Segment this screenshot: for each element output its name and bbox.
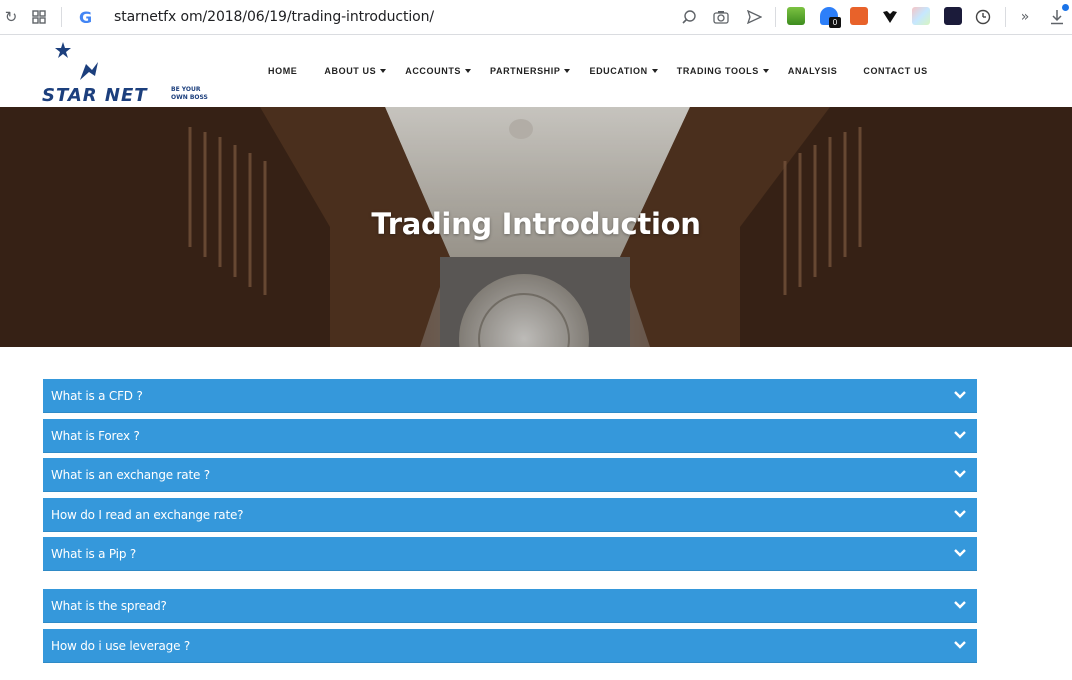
- faq-item-exchange-rate[interactable]: What is an exchange rate ?: [43, 458, 977, 492]
- nav-partnership[interactable]: PARTNERSHIP: [490, 66, 571, 76]
- faq-item-label: What is the spread?: [51, 598, 167, 613]
- nav-trading-tools[interactable]: TRADING TOOLS: [677, 66, 769, 76]
- nav-home[interactable]: HOME: [268, 66, 297, 76]
- caret-down-icon: [465, 69, 472, 73]
- nav-accounts[interactable]: ACCOUNTS: [405, 66, 472, 76]
- slides-extension-icon[interactable]: [850, 7, 868, 25]
- chevron-down-icon: [954, 601, 966, 609]
- toolbar-divider: [1005, 7, 1006, 27]
- hero-banner: Trading Introduction: [0, 107, 1072, 347]
- page-title: Trading Introduction: [371, 207, 701, 241]
- nav-contact-us[interactable]: CONTACT US: [863, 66, 927, 76]
- browser-toolbar: ↻ G starnetfx om/2018/06/19/trading-intr…: [0, 0, 1072, 35]
- nav-analysis[interactable]: ANALYSIS: [788, 66, 837, 76]
- faq-item-label: How do I read an exchange rate?: [51, 507, 244, 522]
- main-nav: HOME ABOUT US ACCOUNTS PARTNERSHIP EDUCA…: [268, 66, 928, 76]
- chevron-down-icon: [954, 510, 966, 518]
- faq-item-spread[interactable]: What is the spread?: [43, 589, 977, 623]
- caret-down-icon: [564, 69, 571, 73]
- chevron-down-icon: [954, 641, 966, 649]
- shield-extension-icon[interactable]: [879, 6, 901, 28]
- address-bar[interactable]: starnetfx om/2018/06/19/trading-introduc…: [114, 9, 434, 25]
- nav-education[interactable]: EDUCATION: [589, 66, 658, 76]
- chevron-down-icon: [954, 391, 966, 399]
- faq-item-label: What is a Pip ?: [51, 546, 137, 561]
- chevron-down-icon: [954, 549, 966, 557]
- reload-icon[interactable]: ↻: [0, 6, 22, 28]
- faq-item-leverage[interactable]: How do i use leverage ?: [43, 629, 977, 663]
- camera-icon[interactable]: [710, 6, 732, 28]
- more-extensions-icon[interactable]: »: [1014, 6, 1036, 28]
- cube-extension-icon[interactable]: [912, 7, 930, 25]
- search-icon[interactable]: [678, 6, 700, 28]
- site-header: STAR NET BE YOUR OWN BOSS HOME ABOUT US …: [0, 36, 1072, 107]
- faq-item-cfd[interactable]: What is a CFD ?: [43, 379, 977, 413]
- download-extension-icon[interactable]: [787, 7, 805, 25]
- starnet-logo[interactable]: STAR NET BE YOUR OWN BOSS: [40, 40, 208, 106]
- faq-item-label: What is Forex ?: [51, 428, 140, 443]
- send-icon[interactable]: [743, 6, 765, 28]
- faq-item-pip[interactable]: What is a Pip ?: [43, 537, 977, 571]
- caret-down-icon: [380, 69, 387, 73]
- toolbar-divider: [775, 7, 776, 27]
- faq-item-forex[interactable]: What is Forex ?: [43, 419, 977, 453]
- apps-grid-icon[interactable]: [28, 6, 50, 28]
- caret-down-icon: [651, 69, 658, 73]
- timer-extension-icon[interactable]: [972, 6, 994, 28]
- chevron-down-icon: [954, 431, 966, 439]
- notification-dot: [1062, 4, 1069, 11]
- google-icon: G: [79, 8, 93, 27]
- svg-text:OWN BOSS: OWN BOSS: [171, 94, 208, 101]
- svg-text:BE YOUR: BE YOUR: [171, 86, 201, 93]
- svg-text:STAR NET: STAR NET: [42, 85, 148, 104]
- nav-about-us[interactable]: ABOUT US: [324, 66, 387, 76]
- faq-item-read-exchange-rate[interactable]: How do I read an exchange rate?: [43, 498, 977, 532]
- faq-item-label: How do i use leverage ?: [51, 638, 191, 653]
- extension-badge: 0: [829, 17, 841, 28]
- faq-item-label: What is an exchange rate ?: [51, 467, 210, 482]
- chevron-down-icon: [954, 470, 966, 478]
- app-extension-icon[interactable]: [944, 7, 962, 25]
- caret-down-icon: [762, 69, 769, 73]
- faq-item-label: What is a CFD ?: [51, 388, 143, 403]
- toolbar-divider: [61, 7, 62, 27]
